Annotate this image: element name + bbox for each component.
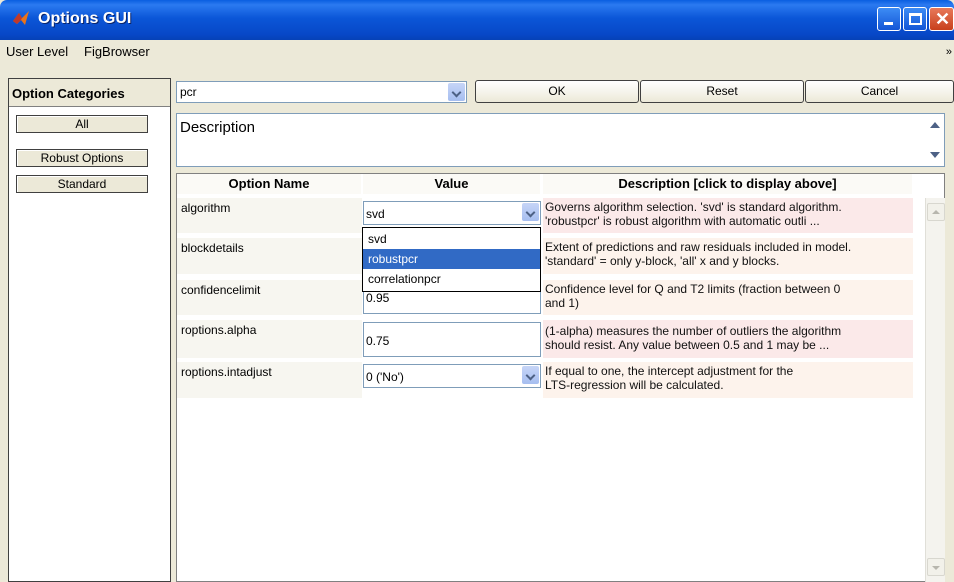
close-button[interactable]: ✕: [929, 7, 954, 31]
options-table: Option Name Value Description [click to …: [176, 173, 945, 582]
value-algorithm: svd: [366, 207, 385, 221]
table-scroll-up-button[interactable]: [927, 203, 945, 221]
column-header-description: Description [click to display above]: [543, 174, 913, 194]
column-header-option-name: Option Name: [177, 174, 362, 194]
reset-button[interactable]: Reset: [640, 80, 804, 103]
menu-bar: User Level FigBrowser »: [0, 40, 954, 63]
option-categories-panel: Option Categories All Robust Options Sta…: [8, 78, 171, 582]
description-algorithm[interactable]: Governs algorithm selection. 'svd' is st…: [543, 198, 913, 233]
value-input-roptions-alpha[interactable]: 0.75: [363, 322, 541, 357]
title-bar: Options GUI ✕: [0, 0, 954, 40]
method-select[interactable]: pcr: [176, 81, 467, 103]
dropdown-option-svd[interactable]: svd: [363, 229, 540, 249]
description-scrollbar[interactable]: [928, 114, 944, 166]
maximize-button[interactable]: [903, 7, 927, 31]
description-confidencelimit-line1: Confidence level for Q and T2 limits (fr…: [545, 282, 841, 296]
menu-user-level[interactable]: User Level: [6, 44, 68, 59]
window-title: Options GUI: [38, 10, 132, 27]
option-name-roptions-alpha: roptions.alpha: [177, 320, 362, 358]
ok-button[interactable]: OK: [475, 80, 639, 103]
category-robust-options-button[interactable]: Robust Options: [16, 149, 148, 167]
description-blockdetails-line2: 'standard' = only y-block, 'all' x and y…: [545, 254, 780, 268]
description-roptions-alpha-line2: should resist. Any value between 0.5 and…: [545, 338, 830, 352]
dropdown-option-robustpcr[interactable]: robustpcr: [363, 249, 540, 269]
option-name-blockdetails: blockdetails: [177, 238, 362, 274]
close-icon: ✕: [935, 9, 951, 29]
description-roptions-intadjust-line2: LTS-regression will be calculated.: [545, 378, 724, 392]
option-name-algorithm: algorithm: [177, 198, 362, 233]
value-select-algorithm[interactable]: svd: [363, 201, 541, 225]
method-select-value: pcr: [180, 85, 197, 99]
description-roptions-intadjust-line1: If equal to one, the intercept adjustmen…: [545, 364, 794, 378]
chevron-down-icon[interactable]: [448, 83, 465, 101]
menu-overflow-icon[interactable]: »: [946, 46, 952, 58]
option-categories-header: Option Categories: [9, 79, 170, 107]
cancel-button[interactable]: Cancel: [805, 80, 954, 103]
algorithm-dropdown-list: svd robustpcr correlationpcr: [362, 227, 541, 292]
description-algorithm-line2: 'robustpcr' is robust algorithm with aut…: [545, 214, 820, 228]
description-blockdetails-line1: Extent of predictions and raw residuals …: [545, 240, 852, 254]
description-roptions-intadjust[interactable]: If equal to one, the intercept adjustmen…: [543, 362, 913, 398]
scroll-down-icon[interactable]: [930, 152, 940, 158]
scroll-up-icon: [932, 210, 940, 214]
table-scroll-down-button[interactable]: [927, 558, 945, 576]
scroll-down-icon: [932, 566, 940, 570]
category-all-button[interactable]: All: [16, 115, 148, 133]
description-box[interactable]: Description: [176, 113, 945, 167]
chevron-down-icon[interactable]: [522, 203, 539, 221]
column-header-value: Value: [363, 174, 541, 194]
value-select-roptions-intadjust[interactable]: 0 ('No'): [363, 364, 541, 388]
description-text: Description: [180, 119, 256, 136]
description-confidencelimit[interactable]: Confidence level for Q and T2 limits (fr…: [543, 280, 913, 315]
description-confidencelimit-line2: and 1): [545, 296, 580, 310]
option-name-confidencelimit: confidencelimit: [177, 280, 362, 315]
maximize-icon: [909, 13, 922, 25]
table-scrollbar[interactable]: [925, 198, 945, 582]
dropdown-option-correlationpcr[interactable]: correlationpcr: [363, 269, 540, 289]
value-roptions-intadjust: 0 ('No'): [366, 370, 404, 384]
description-roptions-alpha[interactable]: (1-alpha) measures the number of outlier…: [543, 320, 913, 358]
chevron-down-icon[interactable]: [522, 366, 539, 384]
description-blockdetails[interactable]: Extent of predictions and raw residuals …: [543, 238, 913, 274]
option-name-roptions-intadjust: roptions.intadjust: [177, 362, 362, 398]
minimize-icon: [884, 22, 893, 25]
scroll-up-icon[interactable]: [930, 122, 940, 128]
description-algorithm-line1: Governs algorithm selection. 'svd' is st…: [545, 200, 842, 214]
matlab-logo-icon: [13, 11, 29, 25]
category-standard-button[interactable]: Standard: [16, 175, 148, 193]
description-roptions-alpha-line1: (1-alpha) measures the number of outlier…: [545, 324, 842, 338]
minimize-button[interactable]: [877, 7, 901, 31]
menu-figbrowser[interactable]: FigBrowser: [84, 44, 150, 59]
